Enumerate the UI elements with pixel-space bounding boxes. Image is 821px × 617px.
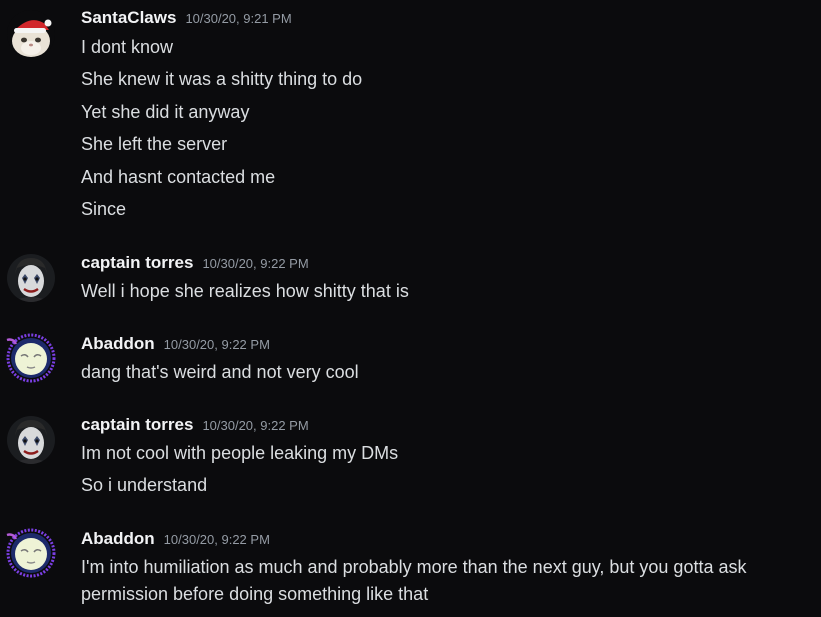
avatar[interactable]	[6, 333, 56, 383]
timestamp: 10/30/20, 9:21 PM	[185, 11, 292, 26]
message-text: Since	[81, 199, 127, 219]
avatar[interactable]	[7, 254, 55, 302]
chat-messages: SantaClaws 10/30/20, 9:21 PM I dont know …	[0, 0, 821, 617]
timestamp: 10/30/20, 9:22 PM	[163, 532, 270, 547]
username[interactable]: Abaddon	[81, 529, 155, 548]
avatar[interactable]	[6, 528, 56, 578]
message-text: And hasnt contacted me	[81, 167, 276, 187]
timestamp: 10/30/20, 9:22 PM	[202, 256, 309, 271]
clown-face-avatar-icon	[7, 416, 55, 464]
message-text: dang that's weird and not very cool	[81, 362, 359, 382]
username[interactable]: Abaddon	[81, 334, 155, 353]
message-text: She knew it was a shitty thing to do	[81, 69, 363, 89]
message-text: So i understand	[81, 475, 208, 495]
pale-creature-avatar-icon	[6, 528, 56, 578]
message-text: She left the server	[81, 134, 228, 154]
message-text: Im not cool with people leaking my DMs	[81, 443, 399, 463]
timestamp: 10/30/20, 9:22 PM	[202, 418, 309, 433]
avatar[interactable]	[7, 10, 55, 58]
santa-cat-avatar-icon	[7, 10, 55, 58]
avatar[interactable]	[7, 416, 55, 464]
message-text: Yet she did it anyway	[81, 102, 250, 122]
message-text: Well i hope she realizes how shitty that…	[81, 281, 409, 301]
message-text: I'm into humiliation as much and probabl…	[81, 557, 747, 604]
username[interactable]: captain torres	[81, 415, 193, 434]
username[interactable]: captain torres	[81, 253, 193, 272]
username[interactable]: SantaClaws	[81, 8, 176, 27]
timestamp: 10/30/20, 9:22 PM	[163, 337, 270, 352]
message-text: I dont know	[81, 37, 174, 57]
pale-creature-avatar-icon	[6, 333, 56, 383]
clown-face-avatar-icon	[7, 254, 55, 302]
